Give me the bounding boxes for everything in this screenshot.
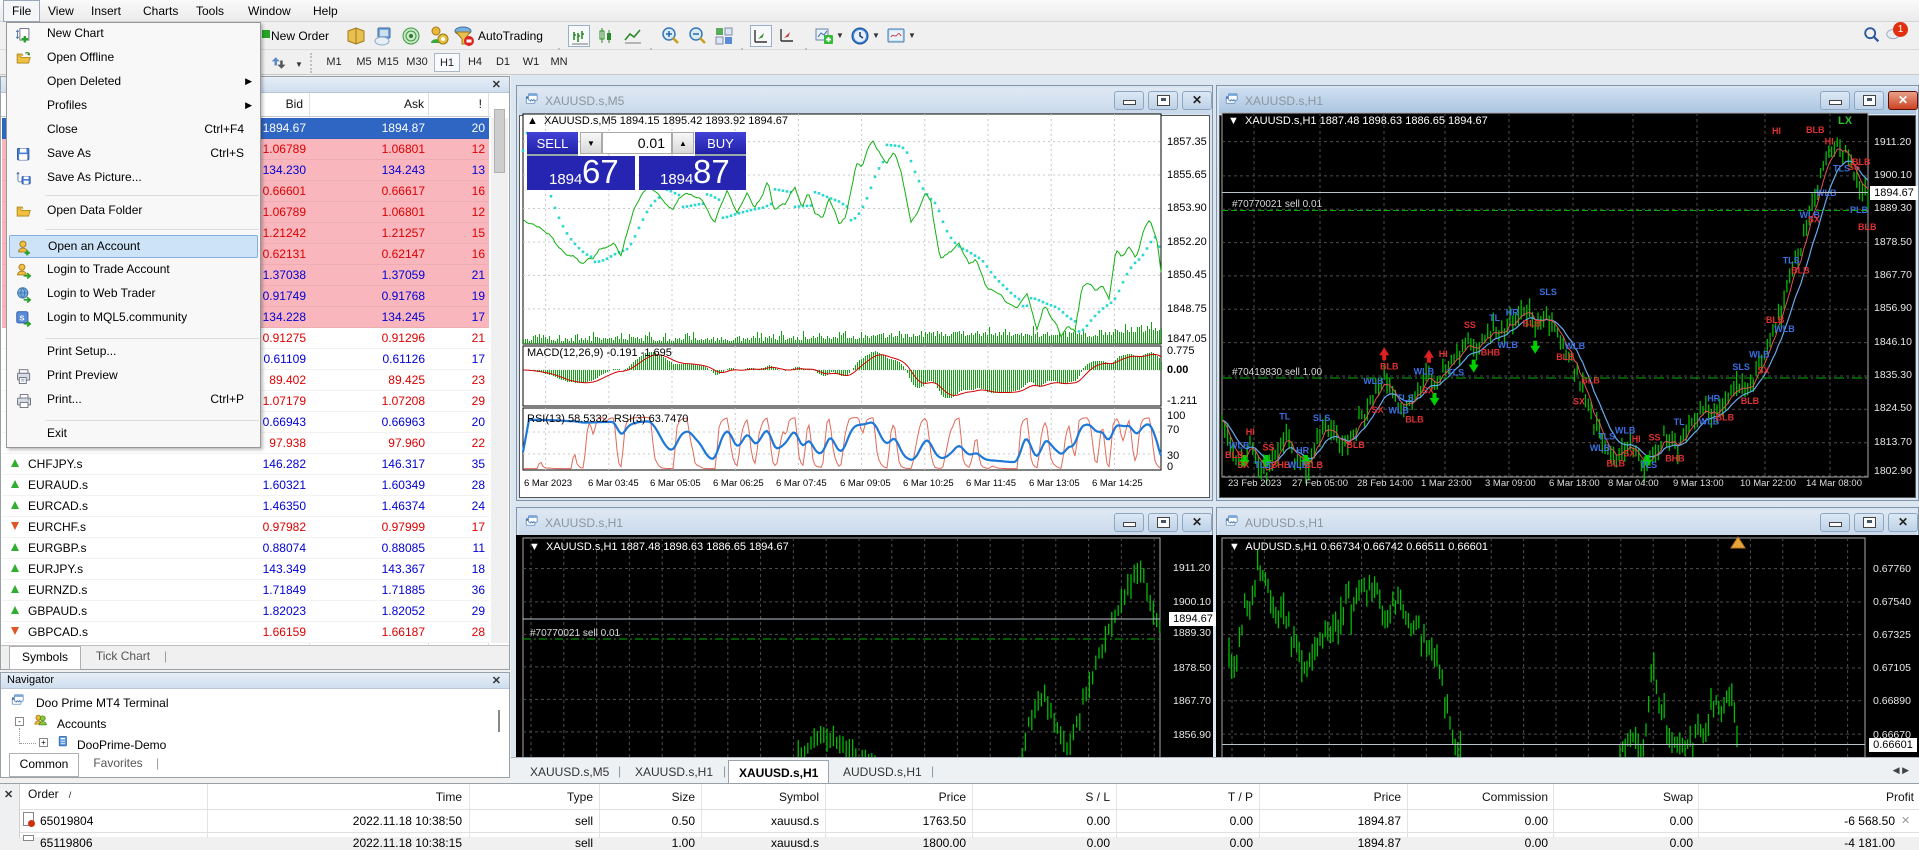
svg-text:SX: SX (1758, 366, 1770, 376)
svg-text:HI: HI (1772, 126, 1781, 136)
svg-text:SX: SX (1237, 460, 1249, 470)
svg-text:TL: TL (1674, 417, 1685, 427)
svg-text:BLB: BLB (1556, 352, 1575, 362)
svg-text:HI: HI (1246, 427, 1255, 437)
svg-text:SX: SX (1422, 386, 1434, 396)
svg-text:#70770021 sell 0.01: #70770021 sell 0.01 (530, 628, 621, 639)
svg-text:TLS: TLS (1640, 460, 1657, 470)
svg-text:BLB: BLB (1716, 413, 1735, 423)
svg-text:LX: LX (1838, 115, 1853, 127)
svg-text:SS: SS (1649, 433, 1661, 443)
svg-text:TLS: TLS (1254, 460, 1271, 470)
svg-text:HR: HR (1506, 308, 1519, 318)
svg-text:BLB: BLB (1305, 460, 1324, 470)
svg-text:WLB: WLB (1749, 349, 1770, 359)
svg-text:BLB: BLB (1523, 319, 1542, 329)
svg-text:S: S (19, 313, 24, 322)
svg-text:SLS: SLS (1313, 413, 1331, 423)
svg-text:BLB: BLB (1806, 125, 1825, 135)
svg-text:SX: SX (1372, 405, 1384, 415)
svg-text:BLB: BLB (1741, 396, 1760, 406)
svg-text:SX: SX (1808, 214, 1820, 224)
svg-text:SX: SX (1623, 448, 1635, 458)
svg-text:WLB: WLB (1414, 367, 1435, 377)
svg-text:BLB: BLB (1581, 376, 1600, 386)
svg-text:TLS: TLS (1447, 368, 1464, 378)
svg-text:WLB: WLB (1229, 440, 1250, 450)
svg-text:HR: HR (1296, 446, 1309, 456)
svg-text:SLS: SLS (1732, 362, 1750, 372)
svg-text:TLS: TLS (1397, 393, 1414, 403)
svg-text:BLB: BLB (1380, 361, 1399, 371)
svg-text:BLB: BLB (1607, 459, 1626, 469)
svg-text:BLB: BLB (1858, 222, 1877, 232)
svg-text:WLB: WLB (1498, 340, 1519, 350)
svg-text:WLB: WLB (1774, 324, 1795, 334)
svg-text:BLB: BLB (1852, 157, 1871, 167)
svg-text:BLB: BLB (1346, 440, 1365, 450)
svg-text:SX: SX (1573, 396, 1585, 406)
svg-text:SLS: SLS (1539, 287, 1557, 297)
svg-text:TLS: TLS (1783, 255, 1800, 265)
svg-text:SS: SS (1263, 443, 1275, 453)
svg-text:TLS: TLS (1598, 431, 1615, 441)
svg-text:WLB: WLB (1565, 341, 1586, 351)
svg-text:HI: HI (1632, 434, 1641, 444)
svg-text:BHB: BHB (1665, 453, 1685, 463)
svg-text:HI: HI (1439, 349, 1448, 359)
svg-text:TL: TL (1279, 412, 1290, 422)
svg-text:TL: TL (1489, 313, 1500, 323)
svg-text:SS: SS (1464, 320, 1476, 330)
svg-text:#70770021 sell 0.01: #70770021 sell 0.01 (1232, 199, 1323, 210)
svg-text:WLB: WLB (1590, 443, 1611, 453)
svg-text:HI: HI (1825, 137, 1834, 147)
svg-text:BLB: BLB (1225, 450, 1244, 460)
svg-text:#70419830 sell 1.00: #70419830 sell 1.00 (1232, 367, 1323, 378)
svg-text:BLB: BLB (1405, 414, 1424, 424)
svg-text:HR: HR (1707, 394, 1720, 404)
svg-text:BLB: BLB (1791, 265, 1810, 275)
